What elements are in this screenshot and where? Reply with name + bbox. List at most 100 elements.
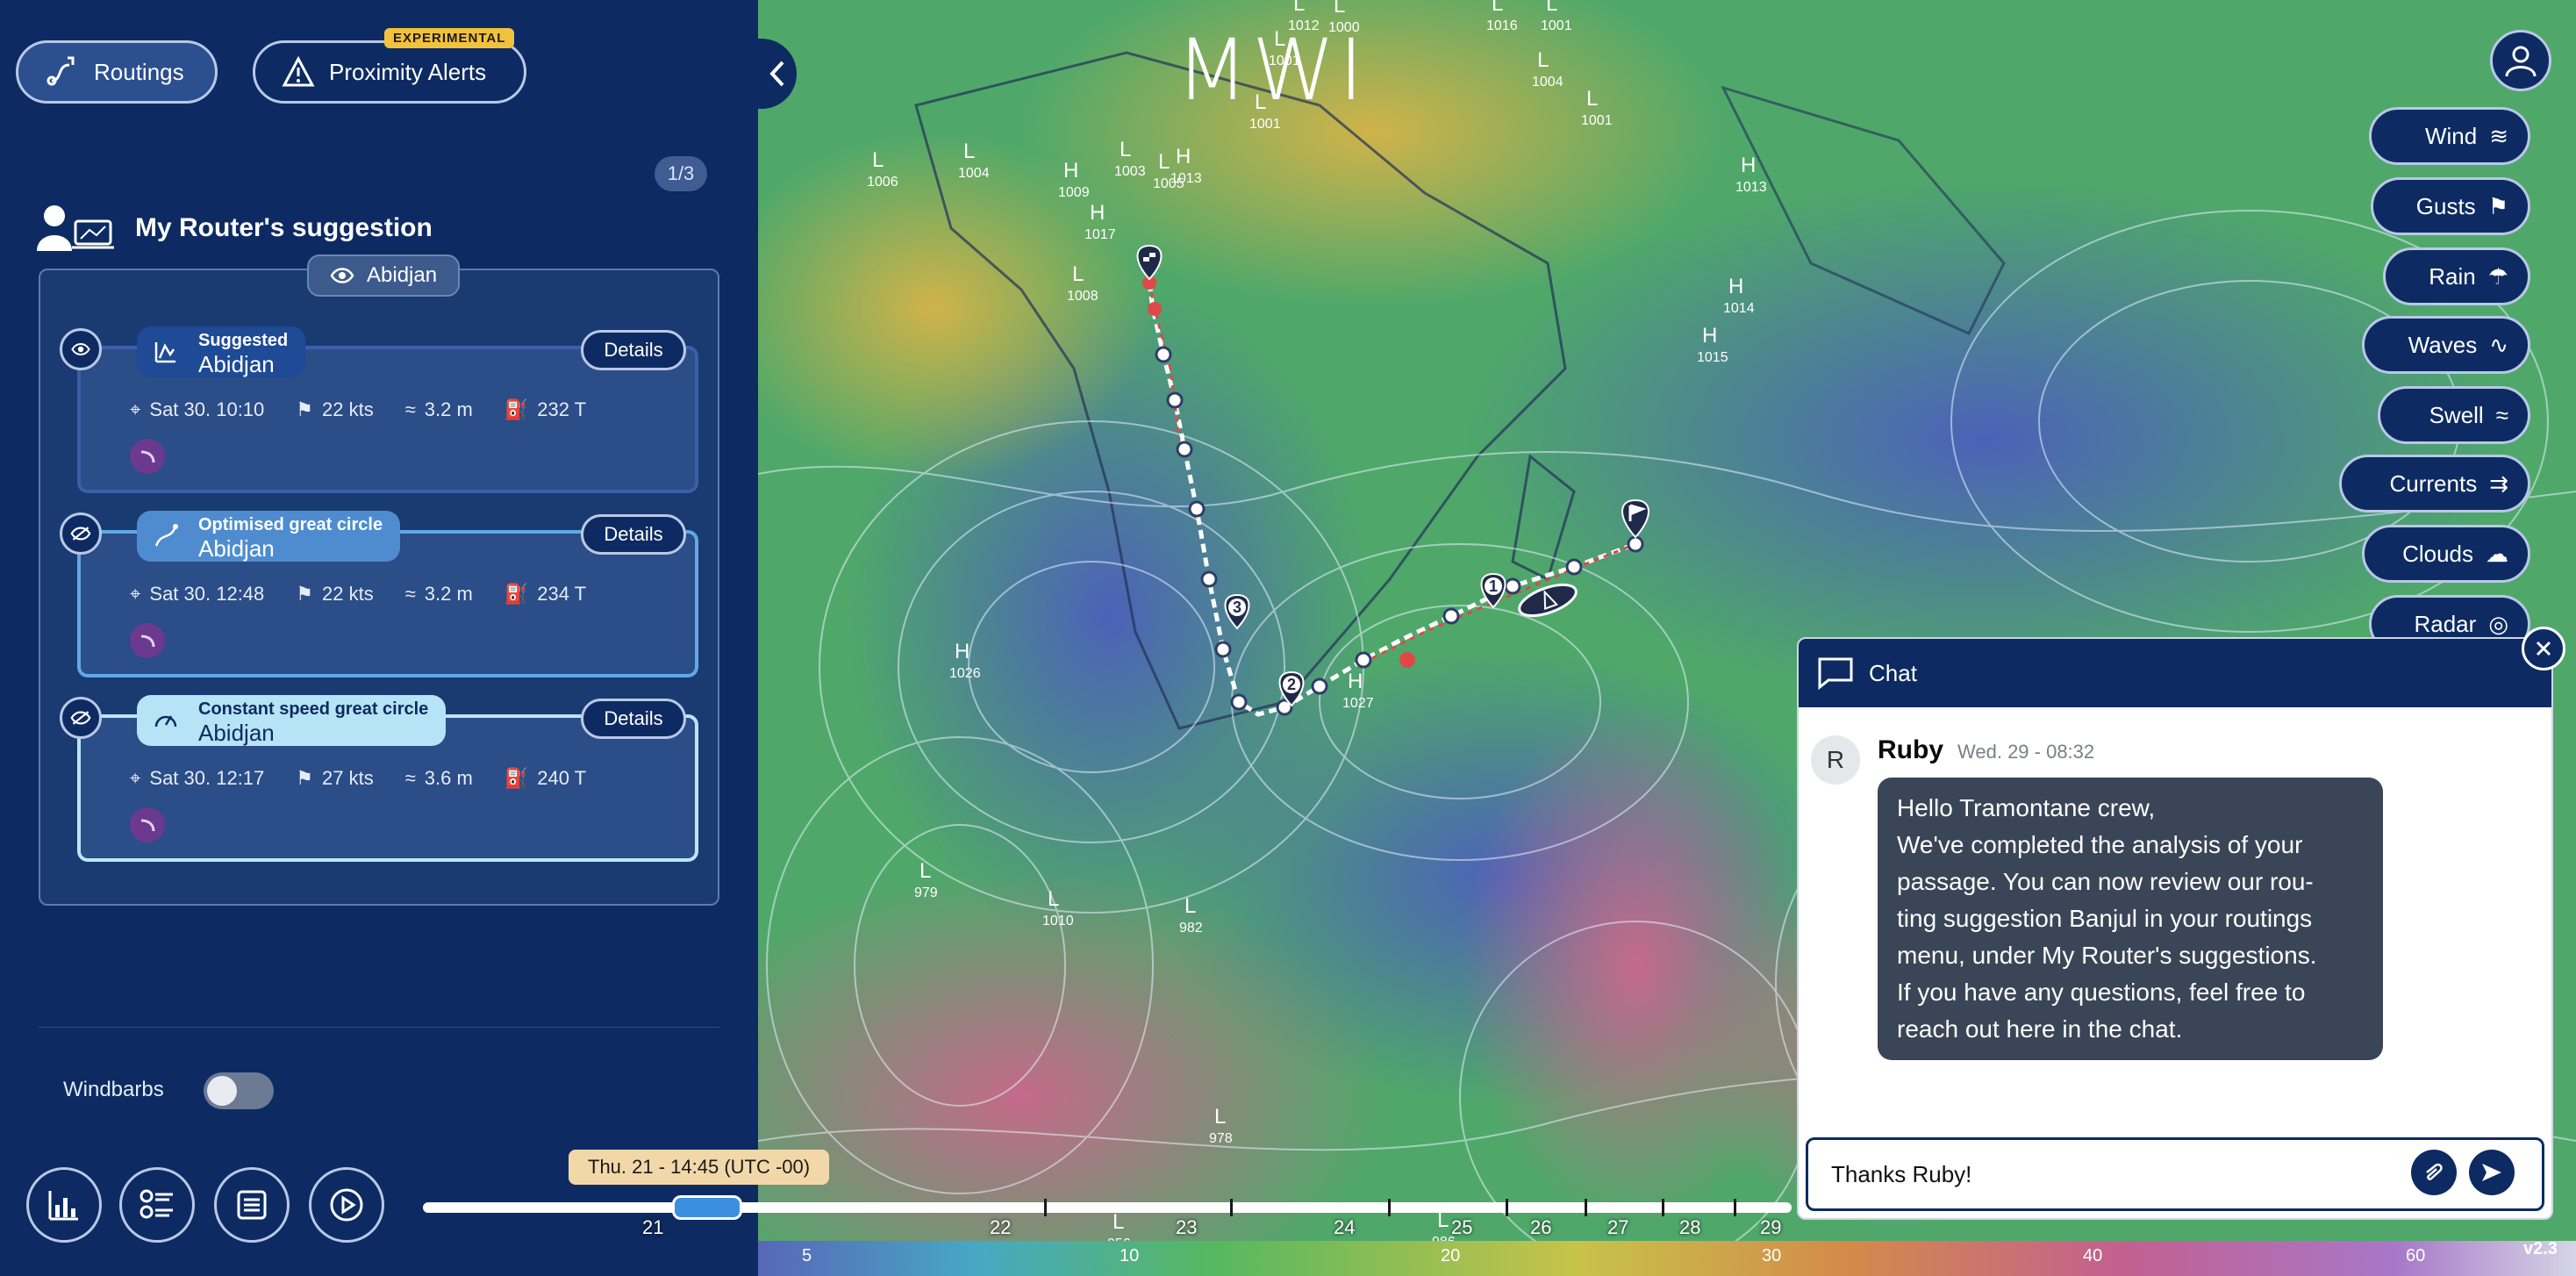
chat-title: Chat	[1869, 659, 1917, 686]
timeline-tick	[1662, 1199, 1664, 1216]
play-icon	[330, 1188, 363, 1222]
close-chat-button[interactable]	[2522, 627, 2565, 670]
pressure-type: L	[1048, 887, 1059, 911]
toggle-visibility-button[interactable]	[60, 697, 102, 739]
windbarbs-toggle[interactable]	[204, 1072, 274, 1109]
heading-value: 232 T	[537, 398, 587, 420]
layer-button-rain[interactable]: Rain ☂	[2383, 247, 2530, 305]
layer-button-clouds[interactable]: Clouds ☁	[2362, 525, 2530, 583]
layer-label: Gusts	[2415, 192, 2476, 219]
route-stats: ⌖ Sat 30. 12:48 ⚑ 22 kts ≈3.2 m ⛽ 234 T	[130, 583, 586, 606]
chat-bubble-icon	[1818, 657, 1853, 691]
chevron-left-icon	[769, 61, 784, 87]
message-bubble: Hello Tramontane crew, We've completed t…	[1878, 778, 2383, 1060]
routings-button[interactable]: Routings	[16, 40, 218, 104]
wind-value: 27 kts	[322, 767, 374, 789]
waypoint-number: 1	[1489, 577, 1498, 595]
pressure-type: H	[1702, 324, 1717, 348]
avatar: R	[1811, 735, 1860, 785]
timeline-day-label: 28	[1679, 1216, 1701, 1238]
proximity-alerts-button[interactable]: Proximity Alerts	[253, 40, 526, 104]
list-icon	[237, 1190, 267, 1220]
scale-value: 40	[2083, 1246, 2103, 1265]
group-visibility-tab[interactable]: Abidjan	[307, 254, 461, 297]
send-button[interactable]	[2469, 1150, 2515, 1195]
pressure-value: 1013	[1170, 171, 1202, 186]
pressure-value: 1008	[1067, 289, 1098, 304]
router-route-icon	[154, 342, 175, 363]
pressure-value: 1014	[1723, 301, 1755, 316]
swell-icon: ≈	[2495, 401, 2508, 428]
route-stats: ⌖ Sat 30. 10:10 ⚑ 22 kts ≈3.2 m ⛽ 232 T	[130, 398, 586, 421]
route-name: Abidjan	[198, 351, 275, 377]
timeline-tick	[1506, 1199, 1508, 1216]
route-card-constant-speed[interactable]: Constant speed great circle Abidjan Deta…	[60, 695, 698, 862]
close-icon	[2536, 641, 2551, 656]
layer-button-swell[interactable]: Swell ≈	[2378, 386, 2530, 444]
message-meta: Ruby Wed. 29 - 08:32	[1878, 735, 2383, 765]
heading-value: 240 T	[537, 767, 587, 789]
attach-button[interactable]	[2411, 1150, 2457, 1195]
user-account-button[interactable]	[2490, 30, 2551, 91]
pressure-value: 1004	[1532, 75, 1563, 90]
waves-value: 3.6 m	[424, 767, 473, 789]
timeline-handle[interactable]	[672, 1195, 742, 1220]
heading-value: 234 T	[537, 583, 587, 605]
layer-label: Rain	[2429, 262, 2476, 290]
details-button[interactable]: Details	[581, 699, 686, 739]
timeline-day-label: 26	[1530, 1216, 1552, 1238]
layer-button-waves[interactable]: Waves ∿	[2362, 316, 2530, 374]
send-icon	[2482, 1164, 2501, 1181]
message-line: menu, under My Router's suggestions.	[1897, 942, 2317, 969]
route-card-suggested[interactable]: Suggested Abidjan Details ⌖ Sat 30. 10:10…	[60, 326, 698, 493]
toggle-visibility-button[interactable]	[60, 513, 102, 555]
pressure-value: 1001	[1581, 113, 1613, 128]
route-type: Suggested	[198, 331, 289, 350]
details-button[interactable]: Details	[581, 330, 686, 370]
layer-label: Wind	[2424, 122, 2478, 149]
list-button[interactable]	[214, 1167, 290, 1243]
chat-header: Chat	[1799, 639, 2551, 707]
timeline-tick	[1230, 1199, 1233, 1216]
rain-cloud-icon: ☂	[2487, 262, 2508, 290]
scale-value: 60	[2406, 1246, 2426, 1265]
chart-button[interactable]	[26, 1167, 102, 1243]
eye-icon	[71, 343, 90, 355]
route-pill: Optimised great circle Abidjan	[137, 511, 401, 562]
route-card-optimised[interactable]: Optimised great circle Abidjan Details ⌖…	[60, 511, 698, 677]
pressure-type: L	[1492, 0, 1503, 16]
checklist-button[interactable]	[119, 1167, 195, 1243]
warning-icon	[282, 56, 315, 87]
layer-button-gusts[interactable]: Gusts ⚑	[2371, 177, 2530, 235]
timeline-day-label: 25	[1451, 1216, 1473, 1238]
eye-off-icon	[70, 527, 91, 541]
pressure-type: L	[1293, 0, 1305, 16]
toggle-visibility-button[interactable]	[60, 328, 102, 370]
pressure-value: 1009	[1058, 185, 1090, 200]
eye-off-icon	[70, 711, 91, 725]
routing-sidebar: Routings Proximity Alerts EXPERIMENTAL 1…	[0, 0, 758, 1276]
pressure-type: H	[955, 640, 970, 663]
scale-value: 5	[802, 1246, 812, 1265]
eta-icon: ⌖	[130, 583, 141, 605]
speedometer-icon	[154, 715, 177, 728]
wind-speed-scale	[758, 1241, 2576, 1276]
router-user-icon	[37, 205, 114, 251]
windbarbs-label: Windbarbs	[63, 1078, 164, 1101]
wind-icon: ≋	[2489, 122, 2508, 149]
windsock-icon: ⚑	[296, 398, 314, 420]
boat-type-icon	[130, 623, 165, 658]
suggestion-pager[interactable]: 1/3	[655, 156, 707, 191]
scale-value: 10	[1120, 1246, 1140, 1265]
app-version: v2.3	[2523, 1239, 2558, 1258]
section-title-text: My Router's suggestion	[135, 213, 433, 242]
waves-icon: ≈	[404, 767, 416, 789]
play-button[interactable]	[309, 1167, 384, 1243]
pressure-value: 1015	[1697, 350, 1728, 365]
layer-button-currents[interactable]: Currents ⇉	[2339, 455, 2530, 513]
layer-button-wind[interactable]: Wind ≋	[2369, 107, 2530, 165]
details-button[interactable]: Details	[581, 514, 686, 555]
eta-value: Sat 30. 12:17	[149, 767, 265, 789]
timeline-tick	[1734, 1199, 1736, 1216]
message-line: Hello Tramontane crew,	[1897, 794, 2156, 821]
